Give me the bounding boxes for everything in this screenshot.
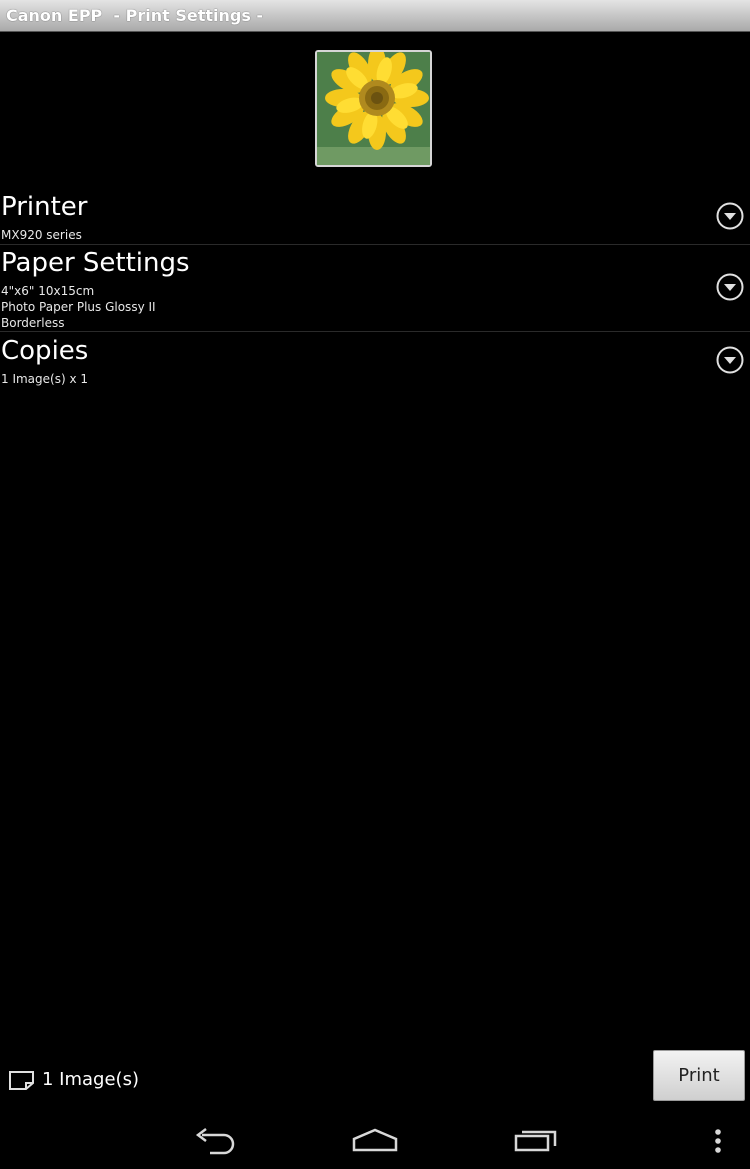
window-title: Canon EPP - Print Settings - — [6, 6, 264, 25]
chevron-down-circle-icon[interactable] — [716, 346, 744, 374]
sunflower-photo-icon — [317, 52, 430, 165]
paper-settings-title: Paper Settings — [1, 248, 190, 278]
paper-size-value: 4"x6" 10x15cm — [1, 284, 95, 298]
copies-setting[interactable]: Copies 1 Image(s) x 1 — [0, 336, 750, 388]
image-stack-icon — [9, 1071, 34, 1090]
printer-setting[interactable]: Printer MX920 series — [0, 192, 750, 244]
print-button[interactable]: Print — [653, 1050, 745, 1101]
divider — [0, 244, 750, 245]
printer-setting-title: Printer — [1, 192, 88, 222]
title-bar: Canon EPP - Print Settings - — [0, 0, 750, 32]
image-thumbnail[interactable] — [315, 50, 432, 167]
divider — [0, 331, 750, 332]
border-value: Borderless — [1, 316, 65, 330]
navigation-bar — [0, 1110, 750, 1169]
back-icon[interactable] — [192, 1124, 238, 1156]
overflow-menu-icon[interactable] — [706, 1124, 730, 1156]
print-settings-screen: Canon EPP - Print Settings - Printer MX9… — [0, 0, 750, 1169]
copies-setting-value: 1 Image(s) x 1 — [1, 372, 89, 386]
home-icon[interactable] — [351, 1124, 399, 1156]
copies-setting-title: Copies — [1, 336, 89, 366]
chevron-down-circle-icon[interactable] — [716, 202, 744, 230]
recent-apps-icon[interactable] — [512, 1124, 560, 1156]
image-count-label: 1 Image(s) — [42, 1069, 139, 1090]
printer-setting-value: MX920 series — [1, 228, 82, 242]
paper-type-value: Photo Paper Plus Glossy II — [1, 300, 156, 314]
paper-settings[interactable]: Paper Settings 4"x6" 10x15cm Photo Paper… — [0, 248, 750, 331]
chevron-down-circle-icon[interactable] — [716, 273, 744, 301]
